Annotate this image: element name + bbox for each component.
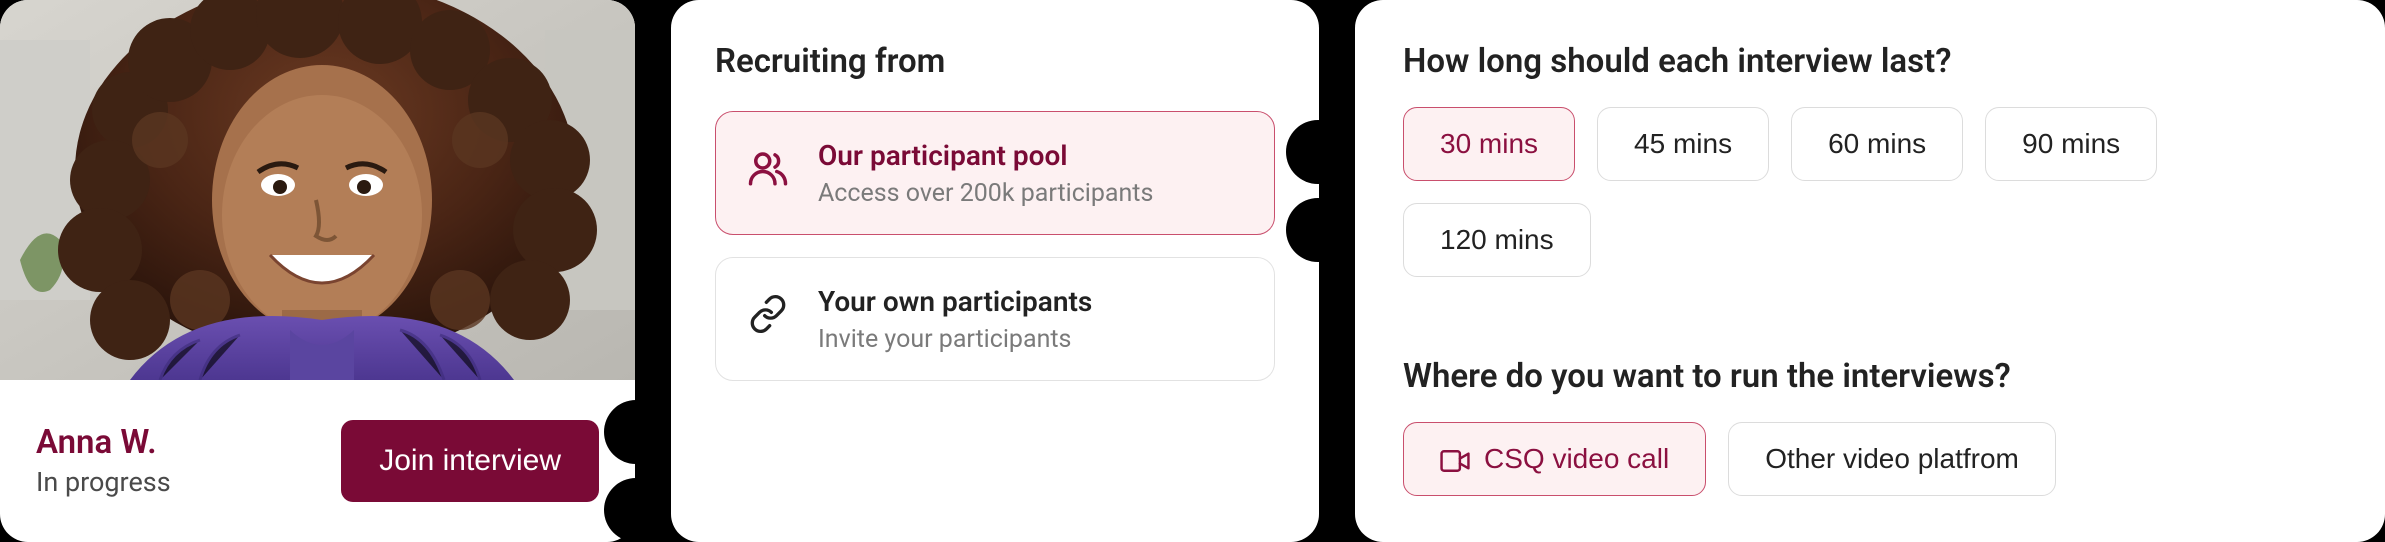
duration-45[interactable]: 45 mins bbox=[1597, 107, 1769, 181]
option-title: Your own participants bbox=[818, 284, 1092, 319]
platform-csq[interactable]: CSQ video call bbox=[1403, 422, 1706, 496]
participant-status: In progress bbox=[36, 466, 171, 498]
platform-other[interactable]: Other video platfrom bbox=[1728, 422, 2056, 496]
option-title: Our participant pool bbox=[818, 138, 1153, 173]
recruiting-card: Recruiting from Our participant pool Acc… bbox=[671, 0, 1319, 542]
participant-card: Anna W. In progress Join interview bbox=[0, 0, 635, 542]
duration-120[interactable]: 120 mins bbox=[1403, 203, 1591, 277]
platform-title: Where do you want to run the interviews? bbox=[1403, 357, 2337, 396]
option-text: Your own participants Invite your partic… bbox=[818, 284, 1092, 354]
duration-30[interactable]: 30 mins bbox=[1403, 107, 1575, 181]
duration-options: 30 mins 45 mins 60 mins 90 mins 120 mins bbox=[1403, 107, 2337, 277]
option-subtitle: Invite your participants bbox=[818, 325, 1092, 354]
puzzle-notch bbox=[1286, 120, 1350, 184]
link-icon bbox=[744, 284, 792, 344]
platform-options: CSQ video call Other video platfrom bbox=[1403, 422, 2337, 496]
duration-90[interactable]: 90 mins bbox=[1985, 107, 2157, 181]
platform-label: CSQ video call bbox=[1484, 443, 1669, 475]
duration-title: How long should each interview last? bbox=[1403, 42, 2337, 81]
join-interview-button[interactable]: Join interview bbox=[341, 420, 599, 502]
option-subtitle: Access over 200k participants bbox=[818, 179, 1153, 208]
settings-card: How long should each interview last? 30 … bbox=[1355, 0, 2385, 542]
puzzle-notch bbox=[604, 400, 668, 464]
participant-name: Anna W. bbox=[36, 424, 171, 462]
recruiting-title: Recruiting from bbox=[715, 42, 1275, 81]
participant-info: Anna W. In progress bbox=[36, 424, 171, 498]
participant-photo bbox=[0, 0, 635, 380]
participant-footer: Anna W. In progress Join interview bbox=[0, 380, 635, 542]
option-our-pool[interactable]: Our participant pool Access over 200k pa… bbox=[715, 111, 1275, 235]
option-own-participants[interactable]: Your own participants Invite your partic… bbox=[715, 257, 1275, 381]
video-icon bbox=[1440, 447, 1470, 471]
puzzle-notch bbox=[1286, 198, 1350, 262]
puzzle-notch bbox=[604, 478, 668, 542]
duration-60[interactable]: 60 mins bbox=[1791, 107, 1963, 181]
option-text: Our participant pool Access over 200k pa… bbox=[818, 138, 1153, 208]
people-icon bbox=[744, 138, 792, 198]
